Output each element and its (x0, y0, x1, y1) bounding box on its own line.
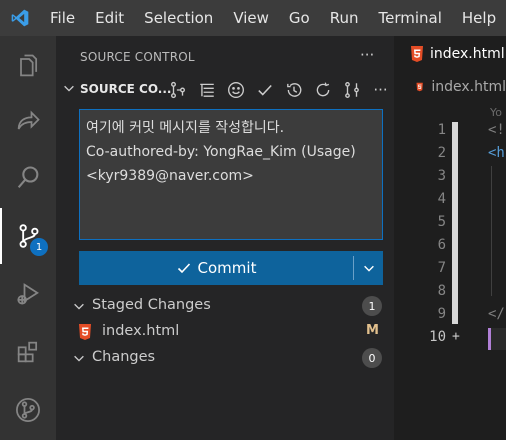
vscode-logo-icon (11, 9, 29, 27)
chevron-down-icon[interactable] (62, 81, 76, 95)
changes-group[interactable]: Changes 0 (56, 345, 394, 371)
git-graph-icon (16, 398, 40, 422)
commit-message-line: Co-authored-by: YongRae_Kim (Usage) (86, 144, 356, 160)
menu-selection[interactable]: Selection (144, 9, 213, 27)
source-control-badge: 1 (30, 238, 48, 256)
code-line: <! (488, 122, 505, 138)
menu-terminal[interactable]: Terminal (379, 9, 442, 27)
sidebar-title: SOURCE CONTROL (80, 50, 195, 64)
menu-go[interactable]: Go (289, 9, 310, 27)
search-icon (17, 166, 39, 189)
breadcrumb-file[interactable]: index.html (431, 79, 506, 95)
line-number: 2 (437, 145, 446, 161)
change-decoration-bar (452, 122, 458, 324)
section-more-actions-icon[interactable]: ··· (371, 81, 390, 99)
menu-help[interactable]: Help (462, 9, 496, 27)
line-number-gutter: 1 2 3 4 5 6 7 8 9 10 (394, 122, 454, 352)
source-control-sidebar: SOURCE CONTROL ··· SOURCE CO... ··· 여기에 … (56, 36, 394, 440)
activity-search[interactable] (0, 150, 56, 206)
line-number: 10 (429, 329, 446, 345)
line-number: 1 (437, 122, 446, 138)
codelens-text: Yo (490, 106, 502, 119)
activity-bar: 1 (0, 36, 56, 440)
code-tag: <h (488, 145, 505, 161)
add-line-marker[interactable]: + (452, 329, 460, 344)
history-icon[interactable] (284, 80, 303, 100)
source-control-section-header[interactable]: SOURCE CO... ··· (56, 78, 394, 102)
staged-count-badge: 1 (362, 296, 382, 316)
check-icon (177, 263, 190, 274)
activity-remote-share[interactable] (0, 94, 56, 150)
commit-graph-icon[interactable] (342, 80, 361, 100)
code-content[interactable]: <! <h </ (488, 122, 505, 352)
line-number: 4 (437, 191, 446, 207)
activity-run-debug[interactable] (0, 266, 56, 322)
source-control-toolbar: ··· (168, 80, 390, 100)
commit-message-line: <kyr9389@naver.com> (86, 168, 254, 184)
commit-message-input[interactable]: 여기에 커밋 메시지를 작성합니다. Co-authored-by: YongR… (79, 109, 383, 240)
remote-share-icon (17, 110, 40, 130)
staged-file-row[interactable]: index.html M (56, 319, 394, 345)
line-number: 7 (437, 260, 446, 276)
staged-file-name: index.html (102, 323, 180, 339)
line-number: 3 (437, 168, 446, 184)
html5-file-icon (416, 82, 423, 92)
changes-count-badge: 0 (362, 348, 382, 368)
activity-explorer[interactable] (0, 38, 56, 94)
code-line: <h (488, 145, 505, 168)
staged-changes-label: Staged Changes (92, 297, 211, 313)
code-line: </ (488, 306, 505, 322)
line-number: 9 (437, 306, 446, 322)
changes-label: Changes (92, 349, 156, 365)
activity-source-control[interactable]: 1 (0, 208, 56, 264)
sidebar-more-actions-icon[interactable]: ··· (360, 46, 374, 64)
menu-view[interactable]: View (233, 9, 269, 27)
line-number: 6 (437, 237, 446, 253)
commit-button-group: Commit (79, 251, 383, 285)
menu-file[interactable]: File (50, 9, 75, 27)
file-status-modified: M (366, 323, 379, 338)
staged-changes-group[interactable]: Staged Changes 1 (56, 293, 394, 319)
chevron-down-icon (74, 355, 84, 362)
commit-button[interactable]: Commit (79, 251, 353, 285)
menu-run[interactable]: Run (330, 9, 359, 27)
text-cursor (488, 328, 506, 350)
smiley-icon[interactable] (226, 80, 245, 100)
section-title: SOURCE CO... (80, 82, 172, 96)
editor-tab-index-html[interactable]: index.html (394, 36, 506, 72)
explorer-icon (20, 54, 38, 77)
html5-file-icon (79, 324, 91, 340)
menu-edit[interactable]: Edit (95, 9, 124, 27)
commit-dropdown-button[interactable] (354, 251, 383, 285)
chevron-down-icon (363, 265, 374, 272)
editor-tab-bar: index.html (394, 36, 506, 72)
chevron-down-icon (74, 303, 84, 310)
tree-list-icon[interactable] (197, 80, 216, 100)
html5-file-icon (411, 46, 423, 62)
run-debug-icon (17, 283, 39, 305)
commit-button-label: Commit (197, 259, 257, 277)
activity-git-graph[interactable] (0, 382, 56, 438)
activity-extensions[interactable] (0, 324, 56, 380)
title-bar: File Edit Selection View Go Run Terminal… (0, 0, 506, 36)
commit-message-line: 여기에 커밋 메시지를 작성합니다. (86, 120, 285, 136)
tab-label: index.html (430, 46, 505, 62)
check-icon[interactable] (255, 80, 274, 100)
branch-compare-icon[interactable] (168, 80, 187, 100)
editor-area: index.html index.html Yo 1 2 3 4 5 6 7 8… (394, 36, 506, 440)
menu-bar: File Edit Selection View Go Run Terminal… (50, 0, 506, 36)
breadcrumb: index.html (394, 76, 506, 98)
line-number: 8 (437, 283, 446, 299)
refresh-icon[interactable] (313, 80, 332, 100)
extensions-icon (17, 341, 38, 363)
line-number: 5 (437, 214, 446, 230)
